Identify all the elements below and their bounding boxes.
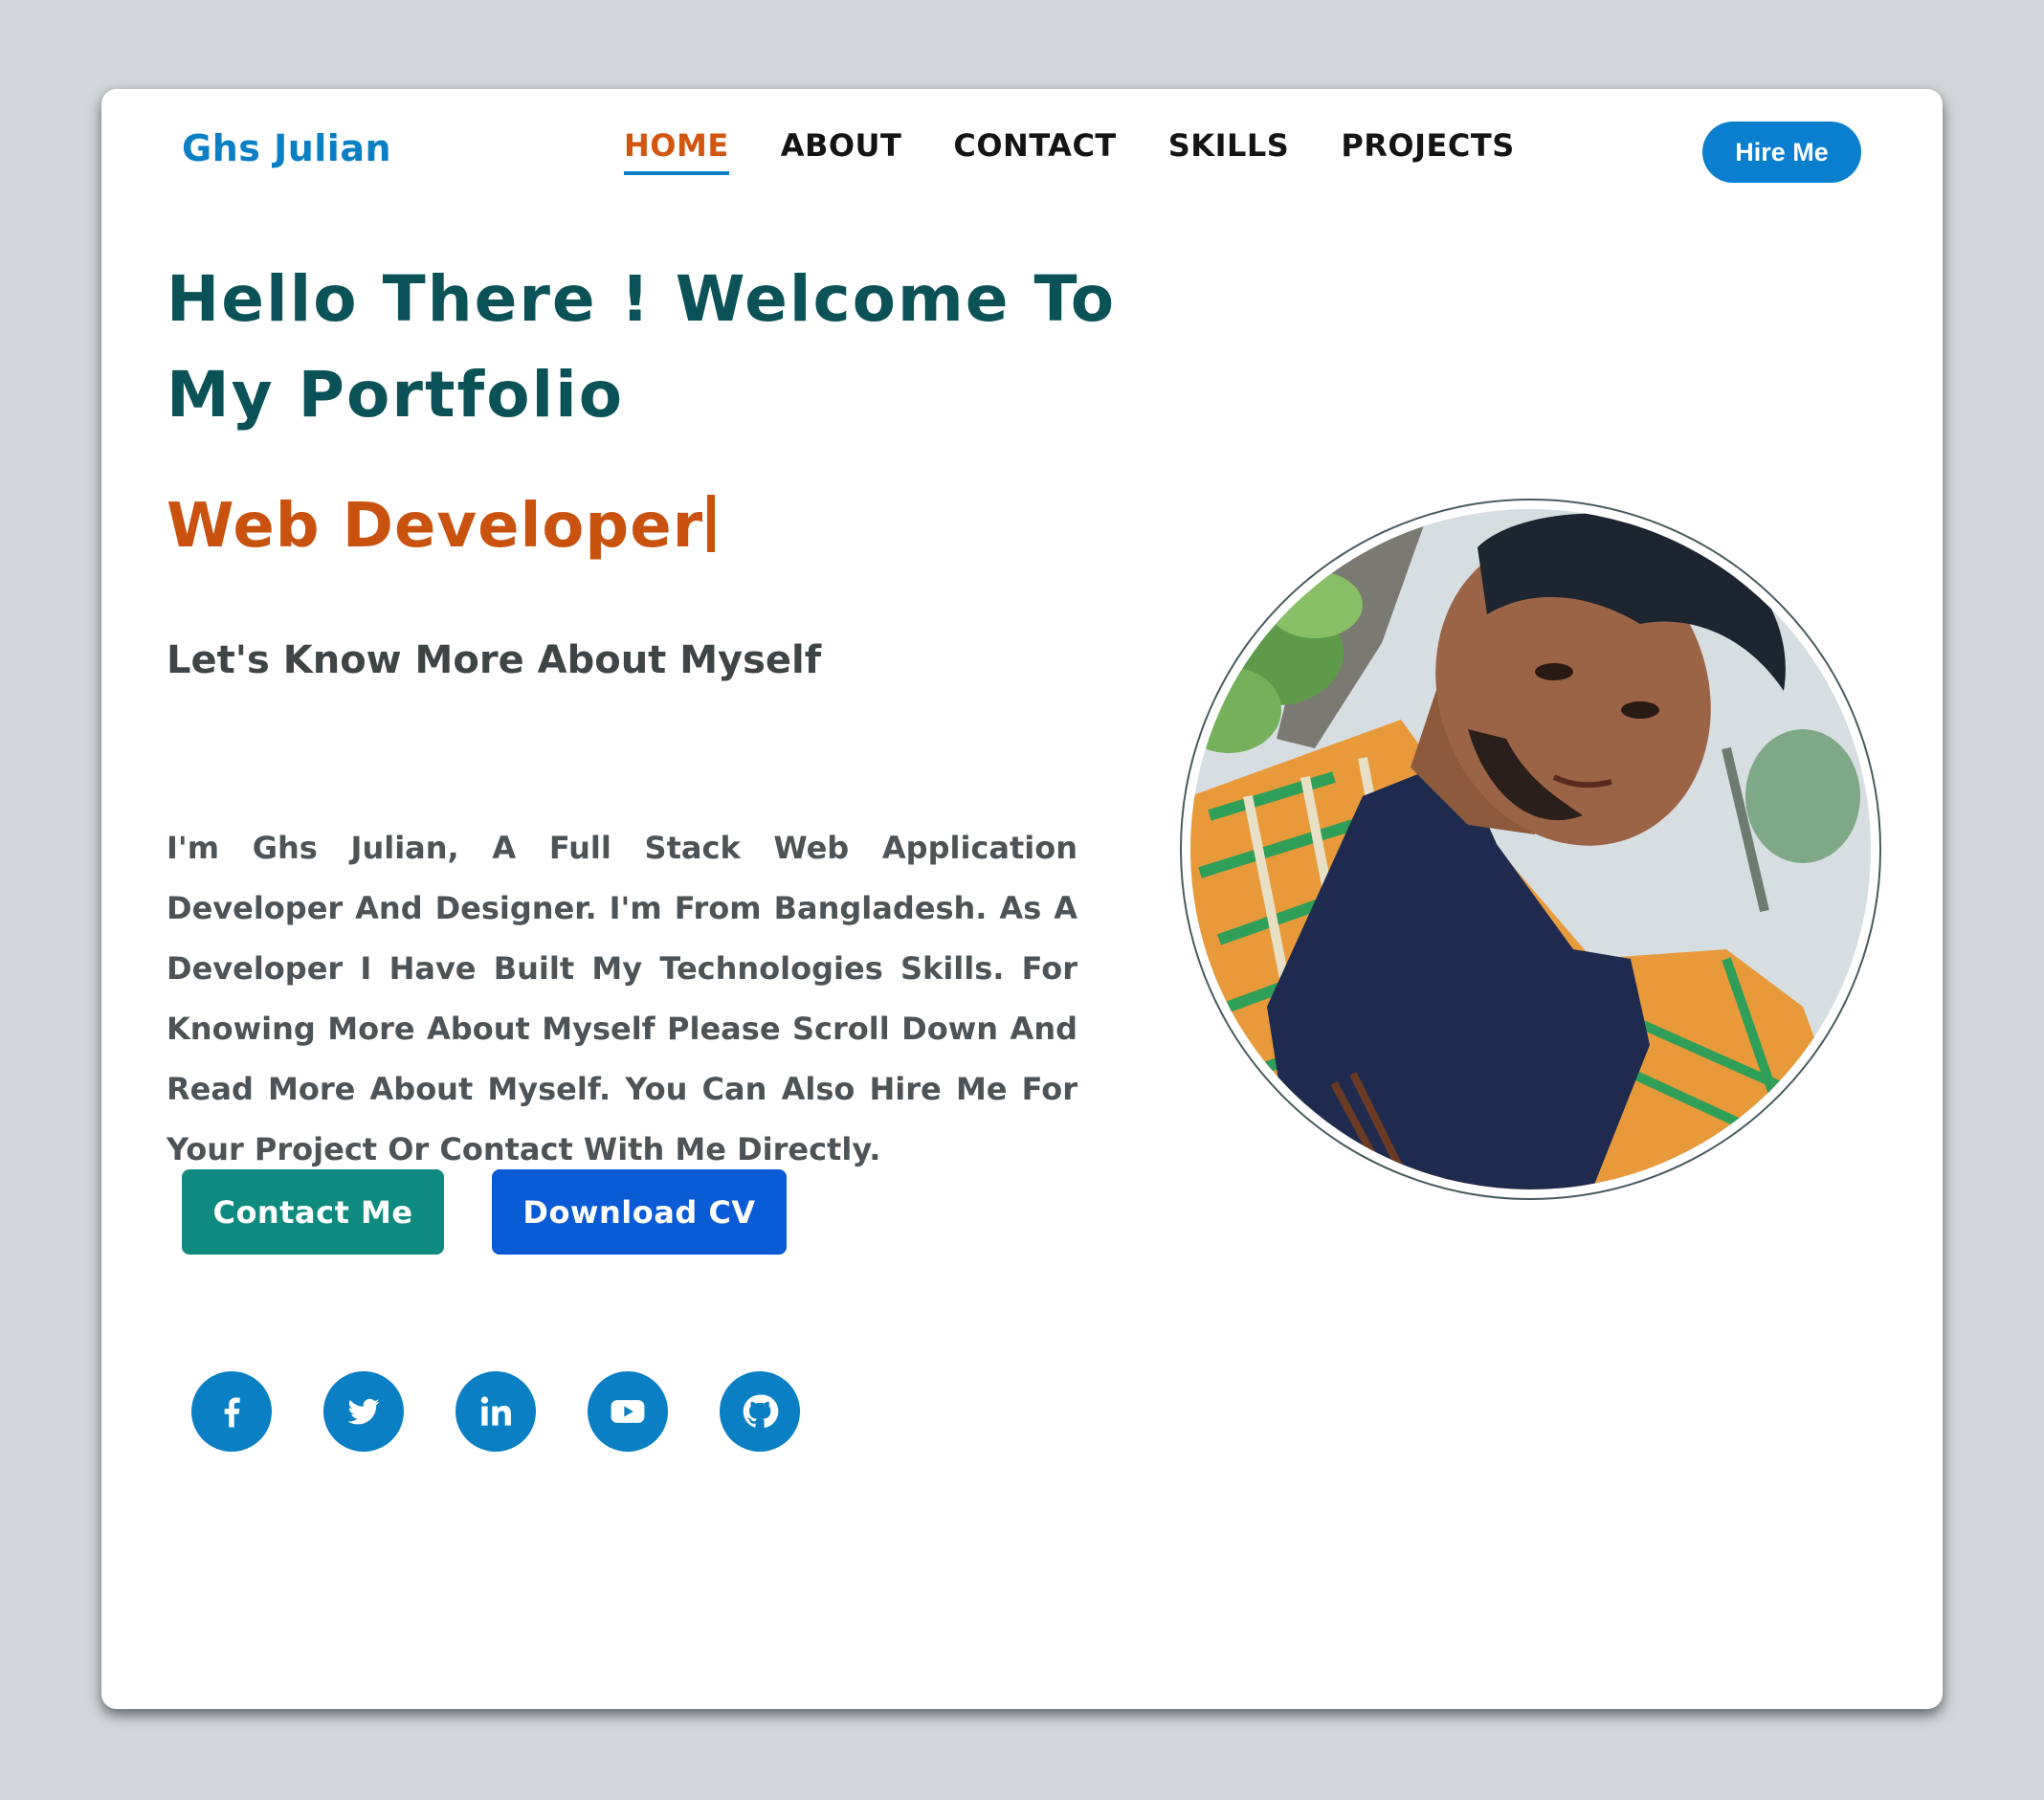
facebook-icon: [224, 1397, 240, 1428]
facebook-link[interactable]: [191, 1371, 272, 1452]
github-link[interactable]: [720, 1371, 800, 1452]
about-subheading: Let's Know More About Myself: [167, 638, 822, 682]
social-links: [191, 1371, 800, 1452]
typing-cursor: [707, 495, 716, 552]
brand-logo[interactable]: Ghs Julian: [182, 127, 391, 169]
twitter-icon: [347, 1398, 380, 1425]
role-text: Web Developer: [167, 491, 704, 562]
bio-paragraph: I'm Ghs Julian, A Full Stack Web Applica…: [167, 830, 1078, 1167]
download-cv-button[interactable]: Download CV: [492, 1169, 787, 1255]
portfolio-card: Ghs Julian HOME ABOUT CONTACT SKILLS PRO…: [101, 89, 1943, 1709]
nav-item-skills[interactable]: SKILLS: [1168, 127, 1290, 171]
main-nav: HOME ABOUT CONTACT SKILLS PROJECTS: [624, 127, 1515, 175]
nav-item-projects[interactable]: PROJECTS: [1341, 127, 1514, 171]
youtube-link[interactable]: [588, 1371, 668, 1452]
hire-me-button[interactable]: Hire Me: [1702, 122, 1861, 183]
role-typewriter: Web Developer: [167, 491, 716, 562]
linkedin-icon: [480, 1396, 511, 1426]
youtube-icon: [611, 1400, 645, 1423]
profile-portrait-illustration: [1190, 509, 1871, 1189]
nav-item-about[interactable]: ABOUT: [781, 127, 902, 171]
contact-me-button[interactable]: Contact Me: [182, 1169, 444, 1255]
linkedin-link[interactable]: [455, 1371, 536, 1452]
github-icon: [743, 1394, 779, 1428]
hero-title: Hello There ! Welcome To My Portfolio: [167, 262, 1117, 432]
twitter-link[interactable]: [323, 1371, 404, 1452]
profile-photo: [1190, 509, 1871, 1189]
nav-item-contact[interactable]: CONTACT: [953, 127, 1116, 171]
profile-photo-frame: [1180, 499, 1881, 1200]
nav-item-home[interactable]: HOME: [624, 127, 729, 175]
